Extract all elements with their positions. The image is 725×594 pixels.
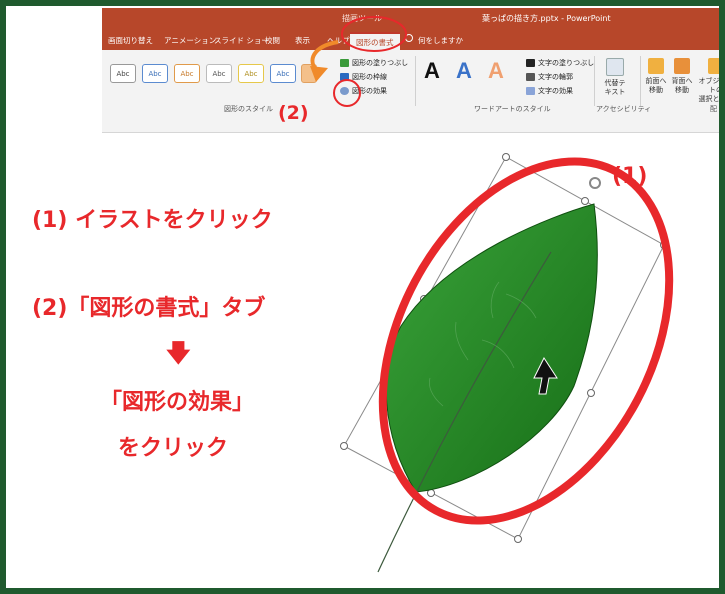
slide-frame: 描画ツール 葉っぱの描き方.pptx - PowerPoint 画面切り替え ア… <box>6 6 719 588</box>
highlight-oval-tab <box>341 16 407 52</box>
down-arrow-icon: 🡇 <box>166 339 191 367</box>
step1-instruction: (1) イラストをクリック <box>32 208 273 233</box>
curved-arrow-head-icon <box>310 66 328 82</box>
step-label-1-leaf: (1) <box>612 164 648 189</box>
leaf-shape[interactable] <box>385 203 598 493</box>
highlight-circle-effects <box>333 79 361 107</box>
step3-instruction-line1: 「図形の効果」 <box>100 390 255 415</box>
rotate-handle-icon[interactable] <box>589 177 601 189</box>
step3-instruction-line2: をクリック <box>118 436 229 461</box>
step2-instruction: (2)「図形の書式」タブ <box>32 296 266 321</box>
step-label-2-ribbon: (2) <box>278 102 309 124</box>
